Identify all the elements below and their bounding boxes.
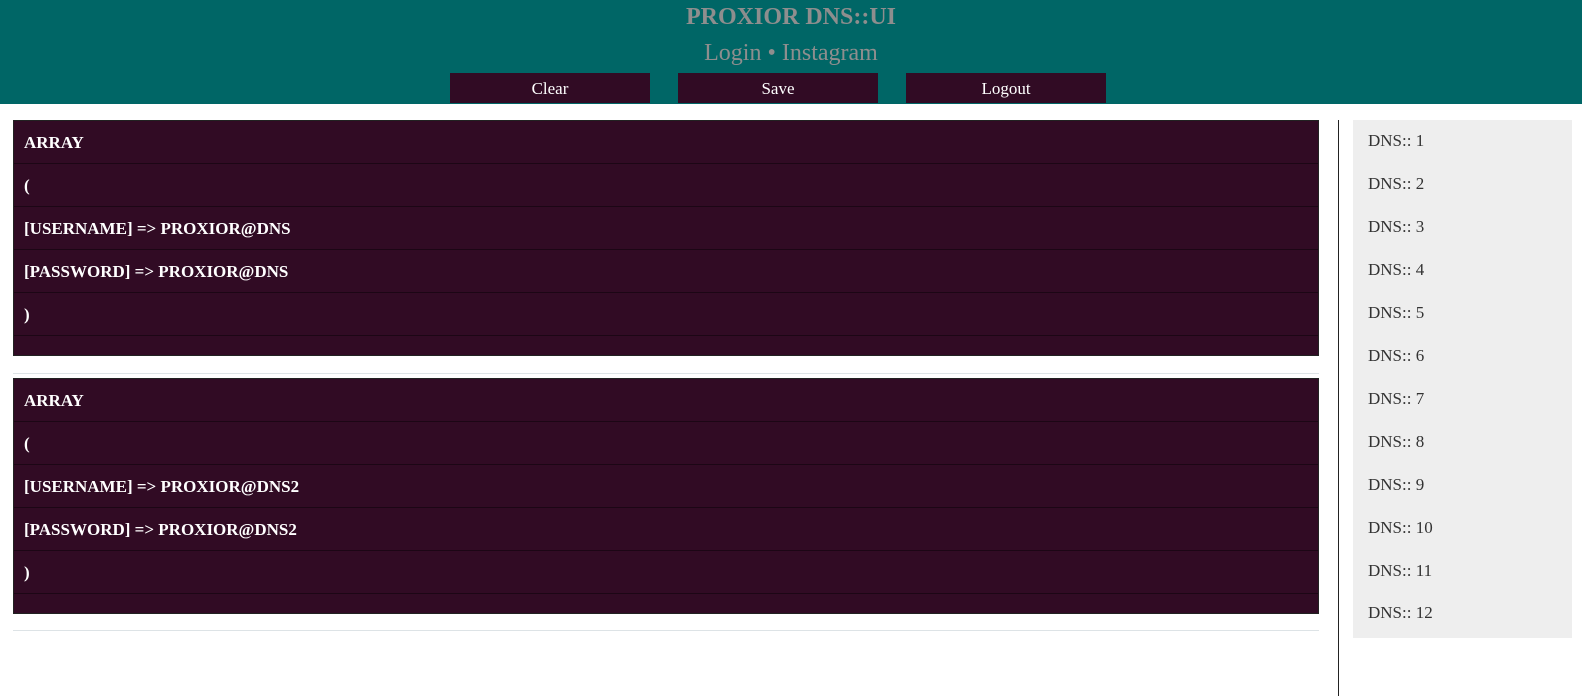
sidebar-item-dns-3[interactable]: DNS:: 3: [1368, 216, 1424, 238]
sidebar-item-dns-4[interactable]: DNS:: 4: [1368, 259, 1424, 281]
app-title: PROXIOR DNS::UI: [686, 4, 896, 30]
sidebar-item-dns-11[interactable]: DNS:: 11: [1368, 560, 1432, 582]
clear-button[interactable]: Clear: [450, 73, 650, 103]
record-password-line: [PASSWORD] => PROXIOR@DNS2: [14, 508, 1318, 551]
record-line: ARRAY: [14, 379, 1318, 422]
record-line: ): [14, 293, 1318, 336]
sidebar-item-dns-5[interactable]: DNS:: 5: [1368, 302, 1424, 324]
logout-button[interactable]: Logout: [906, 73, 1106, 103]
sidebar-item-dns-7[interactable]: DNS:: 7: [1368, 388, 1424, 410]
dns-sidebar: DNS:: 1 DNS:: 2 DNS:: 3 DNS:: 4 DNS:: 5 …: [1353, 120, 1572, 638]
sidebar-item-dns-6[interactable]: DNS:: 6: [1368, 345, 1424, 367]
record-line: (: [14, 422, 1318, 465]
record-block: ARRAY ( [USERNAME] => PROXIOR@DNS [PASSW…: [13, 120, 1319, 356]
divider: [13, 630, 1319, 631]
sidebar-item-dns-12[interactable]: DNS:: 12: [1368, 602, 1433, 624]
column-separator: [1338, 120, 1339, 696]
app-header: PROXIOR DNS::UI Login • Instagram Clear …: [0, 0, 1582, 104]
page-subtitle: Login • Instagram: [704, 40, 878, 66]
record-block: ARRAY ( [USERNAME] => PROXIOR@DNS2 [PASS…: [13, 378, 1319, 614]
record-username-line: [USERNAME] => PROXIOR@DNS2: [14, 465, 1318, 508]
sidebar-item-dns-2[interactable]: DNS:: 2: [1368, 173, 1424, 195]
sidebar-item-dns-9[interactable]: DNS:: 9: [1368, 474, 1424, 496]
divider: [13, 373, 1319, 374]
record-password-line: [PASSWORD] => PROXIOR@DNS: [14, 250, 1318, 293]
sidebar-item-dns-10[interactable]: DNS:: 10: [1368, 517, 1433, 539]
record-line: ): [14, 551, 1318, 594]
sidebar-item-dns-1[interactable]: DNS:: 1: [1368, 130, 1424, 152]
record-line: ARRAY: [14, 121, 1318, 164]
sidebar-item-dns-8[interactable]: DNS:: 8: [1368, 431, 1424, 453]
record-username-line: [USERNAME] => PROXIOR@DNS: [14, 207, 1318, 250]
save-button[interactable]: Save: [678, 73, 878, 103]
record-line: (: [14, 164, 1318, 207]
